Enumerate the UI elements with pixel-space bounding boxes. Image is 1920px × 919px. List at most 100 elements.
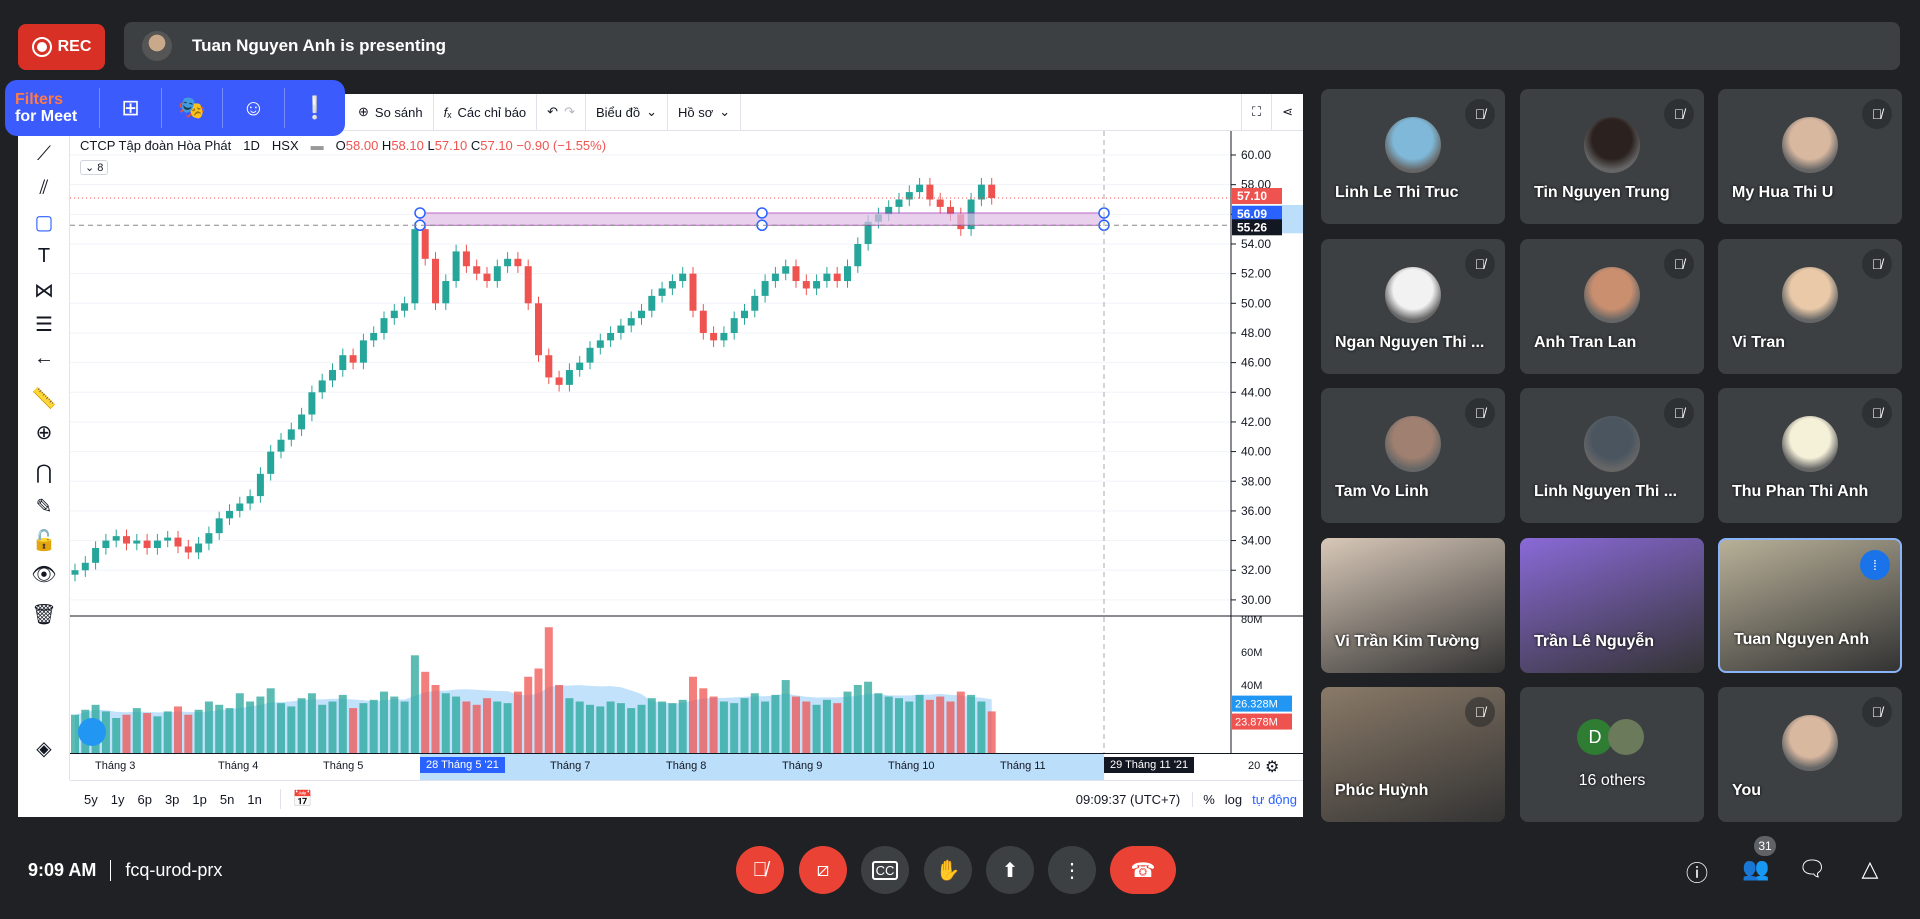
- participant-name: Thu Phan Thi Anh: [1732, 483, 1869, 500]
- speaking-icon: ⁞: [1860, 550, 1890, 580]
- candle: [329, 370, 336, 381]
- candle: [802, 281, 810, 289]
- camera-off-button[interactable]: ⧄: [799, 846, 847, 894]
- candle: [483, 273, 491, 282]
- candle: [844, 266, 851, 282]
- volume-bar: [483, 698, 491, 753]
- volume-tick-label: 80M: [1241, 614, 1262, 626]
- participant-tile[interactable]: 🎙̸ Vi Tran: [1718, 239, 1902, 374]
- time-axis[interactable]: Tháng 3 Tháng 4 Tháng 5 28 Tháng 5 '21 Tháng…: [70, 753, 1303, 780]
- y-tick-label: 30.00: [1241, 593, 1271, 607]
- x-tick-label: Tháng 7: [550, 760, 591, 772]
- participant-tile[interactable]: Trần Lê Nguyễn: [1520, 538, 1704, 673]
- volume-bar: [493, 701, 502, 753]
- leave-call-button[interactable]: ☎: [1110, 846, 1176, 894]
- candle: [596, 340, 604, 348]
- activities-icon[interactable]: △: [1855, 856, 1885, 882]
- range-button-5y[interactable]: 5y: [84, 792, 98, 807]
- participant-tile[interactable]: 🎙̸ Thu Phan Thi Anh: [1718, 388, 1902, 523]
- volume-ma-label: 26.328M: [1235, 699, 1278, 711]
- volume-bar: [771, 694, 780, 753]
- candle: [442, 281, 450, 304]
- candle: [895, 199, 903, 207]
- participant-tile[interactable]: D 16 others: [1520, 687, 1704, 822]
- candle: [143, 540, 151, 548]
- settings-icon[interactable]: ⚙: [1265, 757, 1279, 777]
- candle: [689, 273, 697, 311]
- participant-tile[interactable]: 🎙̸ Ngan Nguyen Thi ...: [1321, 239, 1505, 374]
- volume-bar: [925, 699, 934, 753]
- candle: [720, 332, 728, 341]
- candle: [916, 184, 924, 193]
- participant-tile[interactable]: 🎙̸ Linh Nguyen Thi ...: [1520, 388, 1704, 523]
- avatar: [1782, 715, 1838, 771]
- volume-bar: [853, 685, 862, 753]
- volume-bar: [524, 676, 533, 753]
- participant-tile[interactable]: 🎙̸ Tin Nguyen Trung: [1520, 89, 1704, 224]
- volume-tick-label: 60M: [1241, 647, 1262, 659]
- candle: [607, 332, 615, 341]
- volume-bar: [977, 701, 986, 753]
- x-tick-label: Tháng 3: [95, 760, 136, 772]
- range-button-6p[interactable]: 6p: [137, 792, 151, 807]
- face-icon[interactable]: ☺: [222, 88, 283, 128]
- avatar: [1385, 117, 1441, 173]
- range-button-5n[interactable]: 5n: [220, 792, 234, 807]
- participant-name: Vi Tran: [1732, 334, 1786, 351]
- volume-bar: [215, 704, 224, 753]
- masks-icon[interactable]: 🎭: [160, 88, 222, 128]
- chat-icon[interactable]: 🗨: [1797, 856, 1827, 882]
- cursor-price-label: 55.26: [1237, 220, 1267, 234]
- mic-muted-icon: 🎙̸: [1664, 99, 1694, 129]
- volume-bar: [338, 694, 347, 753]
- candle: [236, 503, 244, 511]
- raise-hand-button[interactable]: ✋: [924, 846, 972, 894]
- range-button-3p[interactable]: 3p: [165, 792, 179, 807]
- participant-name: Linh Nguyen Thi ...: [1534, 483, 1678, 500]
- add-filter-icon[interactable]: ⊞: [99, 88, 160, 128]
- volume-bar: [596, 706, 605, 753]
- date-range-icon[interactable]: 📅: [279, 789, 313, 809]
- chart-canvas[interactable]: 60.0058.0056.0054.0052.0050.0048.0046.00…: [18, 94, 1303, 817]
- participant-tile[interactable]: 🎙̸ Anh Tran Lan: [1520, 239, 1704, 374]
- mic-off-button[interactable]: 🎙̸: [736, 846, 784, 894]
- volume-bar: [915, 694, 924, 753]
- info-icon[interactable]: ⓘ: [1682, 856, 1712, 888]
- participant-tile[interactable]: 🎙̸ Linh Le Thi Truc: [1321, 89, 1505, 224]
- more-vert-icon: ⋮: [1062, 859, 1082, 882]
- candle: [741, 310, 748, 319]
- presenting-banner: Tuan Nguyen Anh is presenting: [124, 22, 1900, 70]
- percent-toggle[interactable]: %: [1192, 791, 1225, 807]
- feedback-icon[interactable]: ❕: [283, 88, 345, 128]
- volume-bar: [513, 691, 522, 753]
- y-tick-label: 54.00: [1241, 237, 1271, 251]
- candle: [421, 229, 429, 259]
- more-options-button[interactable]: ⋮: [1048, 846, 1096, 894]
- participant-name: Tin Nguyen Trung: [1534, 184, 1670, 201]
- candle: [267, 451, 275, 474]
- avatar: [1584, 117, 1640, 173]
- present-button[interactable]: ⬆: [986, 846, 1034, 894]
- participant-tile[interactable]: 🎙̸ Phúc Huỳnh: [1321, 687, 1505, 822]
- participant-tile[interactable]: 🎙̸ You: [1718, 687, 1902, 822]
- auto-scale-toggle[interactable]: tự động: [1252, 792, 1303, 807]
- range-button-1y[interactable]: 1y: [111, 792, 125, 807]
- captions-button[interactable]: CC: [861, 846, 909, 894]
- range-button-1p[interactable]: 1p: [192, 792, 206, 807]
- log-toggle[interactable]: log: [1225, 792, 1252, 807]
- trading-chart: ⊕ So sánh fₓ Các chỉ báo ↶ ↷ Biểu đồ ⌄ Hồ sơ…: [18, 93, 1303, 817]
- participant-tile[interactable]: 🎙̸ Tam Vo Linh: [1321, 388, 1505, 523]
- range-button-1n[interactable]: 1n: [247, 792, 261, 807]
- x-tick-label: Tháng 10: [888, 760, 935, 772]
- mic-muted-icon: 🎙̸: [1862, 249, 1892, 279]
- participant-tile[interactable]: Vi Trần Kim Tường: [1321, 538, 1505, 673]
- participant-tile[interactable]: 🎙̸ My Hua Thi U: [1718, 89, 1902, 224]
- recording-indicator[interactable]: REC: [18, 24, 105, 70]
- candle: [473, 266, 481, 274]
- rectangle-handle: [756, 207, 768, 219]
- people-icon[interactable]: 👥: [1741, 856, 1771, 882]
- tradingview-logo: [78, 718, 106, 746]
- y-tick-label: 60.00: [1241, 148, 1271, 162]
- participant-tile[interactable]: ⁞ Tuan Nguyen Anh: [1718, 538, 1902, 673]
- avatar: [1385, 416, 1441, 472]
